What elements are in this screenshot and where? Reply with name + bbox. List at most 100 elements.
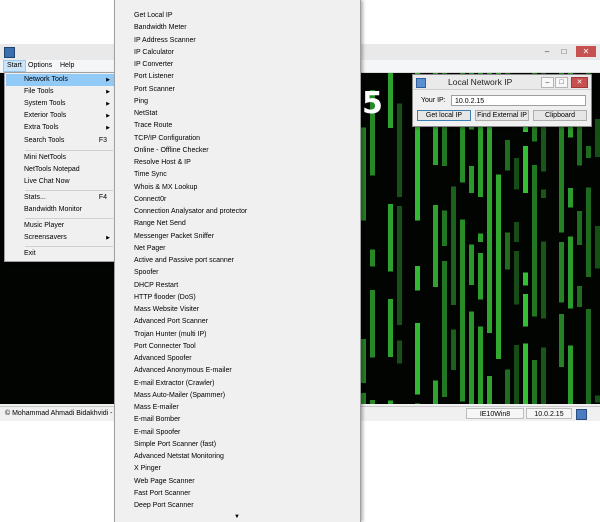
submenu-item[interactable]: X Pinger — [134, 463, 161, 475]
submenu-item[interactable]: IP Converter — [134, 59, 173, 71]
submenu-item[interactable]: DHCP Restart — [134, 280, 178, 292]
submenu-item[interactable]: Mass Website Visiter — [134, 304, 199, 316]
menu-item-label: Extra Tools — [24, 124, 59, 131]
menu-options[interactable]: Options — [25, 61, 55, 71]
submenu-item[interactable]: Range Net Send — [134, 218, 186, 230]
menu-item-bandwidth-monitor[interactable]: Bandwidth Monitor — [6, 204, 115, 216]
matrix-rain-column — [595, 73, 600, 404]
submenu-item[interactable]: E-mail Bomber — [134, 414, 180, 426]
submenu-item[interactable]: Active and Passive port scanner — [134, 255, 234, 267]
menu-item-stats[interactable]: Stats... F4 — [6, 192, 115, 204]
menu-item-label: Search Tools — [24, 137, 65, 144]
chevron-right-icon: ▶ — [106, 113, 110, 119]
menu-shortcut: F3 — [98, 137, 107, 144]
submenu-item[interactable]: Fast Port Scanner — [134, 488, 190, 500]
submenu-item[interactable]: E-mail Spoofer — [134, 427, 180, 439]
close-icon[interactable]: ✕ — [576, 46, 596, 57]
menu-item-extra-tools[interactable]: Extra Tools ▶ — [6, 122, 115, 134]
submenu-item[interactable]: Mass E-mailer — [134, 402, 179, 414]
chevron-right-icon: ▶ — [106, 125, 110, 131]
submenu-item[interactable]: Simple Port Scanner (fast) — [134, 439, 216, 451]
submenu-item[interactable]: Mass Auto-Mailer (Spammer) — [134, 390, 225, 402]
scroll-down-icon[interactable]: ▼ — [234, 514, 240, 520]
menu-item-music-player[interactable]: Music Player — [6, 220, 115, 232]
menu-item-screensavers[interactable]: Screensavers ▶ — [6, 232, 115, 244]
menu-item-live-chat[interactable]: Live Chat Now — [6, 176, 115, 188]
submenu-item[interactable]: Connection Analysator and protector — [134, 206, 247, 218]
menu-item-label: Bandwidth Monitor — [24, 206, 82, 213]
matrix-rain-column — [370, 73, 375, 404]
menu-shortcut: F4 — [98, 194, 107, 201]
start-menu-dropdown: Network Tools ▶ File Tools ▶ System Tool… — [4, 72, 117, 262]
menu-separator — [25, 246, 113, 247]
menu-separator — [25, 150, 113, 151]
menu-help[interactable]: Help — [57, 61, 77, 71]
menu-item-search-tools[interactable]: Search Tools F3 — [6, 135, 115, 147]
submenu-item[interactable]: Advanced Port Scanner — [134, 316, 208, 328]
submenu-item[interactable]: Port Listener — [134, 71, 174, 83]
maximize-icon[interactable]: □ — [555, 77, 568, 88]
submenu-item[interactable]: Spoofer — [134, 267, 159, 279]
submenu-item[interactable]: Bandwidth Meter — [134, 22, 187, 34]
matrix-rain-column — [397, 73, 402, 404]
menu-item-label: Mini NetTools — [24, 154, 67, 161]
menu-item-label: NetTools Notepad — [24, 166, 80, 173]
submenu-item[interactable]: IP Address Scanner — [134, 35, 196, 47]
submenu-item[interactable]: Connect0r — [134, 194, 166, 206]
submenu-item[interactable]: NetStat — [134, 108, 157, 120]
network-tools-submenu: ▼ Get Local IP Bandwidth Meter IP Address … — [114, 0, 361, 522]
find-external-ip-button[interactable]: Find External IP — [475, 110, 529, 121]
submenu-item[interactable]: Port Connecter Tool — [134, 341, 196, 353]
menu-item-system-tools[interactable]: System Tools ▶ — [6, 98, 115, 110]
menu-item-label: Stats... — [24, 194, 46, 201]
menu-item-nettools-notepad[interactable]: NetTools Notepad — [6, 164, 115, 176]
minimize-icon[interactable]: – — [541, 77, 554, 88]
status-os: IE10Win8 — [466, 408, 524, 419]
menu-item-label: Screensavers — [24, 234, 67, 241]
menu-item-label: System Tools — [24, 100, 66, 107]
menu-start[interactable]: Start — [3, 60, 26, 72]
maximize-icon[interactable]: □ — [557, 46, 571, 57]
overlay-number: 5 — [362, 86, 383, 121]
get-local-ip-button[interactable]: Get local IP — [417, 110, 471, 121]
submenu-item[interactable]: Resolve Host & IP — [134, 157, 191, 169]
network-tray-icon[interactable] — [576, 409, 587, 420]
submenu-item[interactable]: Advanced Anonymous E-mailer — [134, 365, 232, 377]
submenu-item[interactable]: Get Local IP — [134, 10, 173, 22]
chevron-right-icon: ▶ — [106, 89, 110, 95]
menu-item-mini-nettools[interactable]: Mini NetTools — [6, 152, 115, 164]
menu-separator — [25, 190, 113, 191]
submenu-item[interactable]: Deep Port Scanner — [134, 500, 194, 512]
your-ip-label: Your IP: — [421, 97, 446, 104]
submenu-item[interactable]: Advanced Netstat Monitoring — [134, 451, 224, 463]
local-ip-title-bar[interactable]: Local Network IP – □ ✕ — [413, 75, 591, 90]
matrix-rain-column — [388, 73, 393, 404]
menu-item-file-tools[interactable]: File Tools ▶ — [6, 86, 115, 98]
submenu-item[interactable]: Time Sync — [134, 169, 167, 181]
submenu-item[interactable]: Messenger Packet Sniffer — [134, 231, 214, 243]
submenu-item[interactable]: Whois & MX Lookup — [134, 182, 197, 194]
menu-item-exterior-tools[interactable]: Exterior Tools ▶ — [6, 110, 115, 122]
submenu-item[interactable]: Port Scanner — [134, 84, 175, 96]
clipboard-button[interactable]: Clipboard — [533, 110, 587, 121]
app-icon — [4, 47, 15, 58]
local-network-ip-window: Local Network IP – □ ✕ Your IP: 10.0.2.1… — [412, 74, 592, 127]
submenu-item[interactable]: Advanced Spoofer — [134, 353, 192, 365]
submenu-item[interactable]: Trojan Hunter (multi IP) — [134, 329, 206, 341]
submenu-item[interactable]: Trace Route — [134, 120, 172, 132]
submenu-item[interactable]: IP Calculator — [134, 47, 174, 59]
submenu-item[interactable]: Online - Offline Checker — [134, 145, 209, 157]
submenu-item[interactable]: Ping — [134, 96, 148, 108]
submenu-item[interactable]: TCP/IP Configuration — [134, 133, 200, 145]
submenu-item[interactable]: HTTP flooder (DoS) — [134, 292, 196, 304]
minimize-icon[interactable]: – — [540, 46, 554, 57]
submenu-item[interactable]: Web Page Scanner — [134, 476, 195, 488]
submenu-item[interactable]: E-mail Extractor (Crawler) — [134, 378, 215, 390]
close-icon[interactable]: ✕ — [571, 77, 588, 88]
menu-item-exit[interactable]: Exit — [6, 248, 115, 260]
submenu-item[interactable]: Net Pager — [134, 243, 166, 255]
chevron-right-icon: ▶ — [106, 235, 110, 241]
menu-item-network-tools[interactable]: Network Tools ▶ — [6, 74, 115, 86]
menu-item-label: Exterior Tools — [24, 112, 67, 119]
ip-field[interactable]: 10.0.2.15 — [451, 95, 586, 106]
